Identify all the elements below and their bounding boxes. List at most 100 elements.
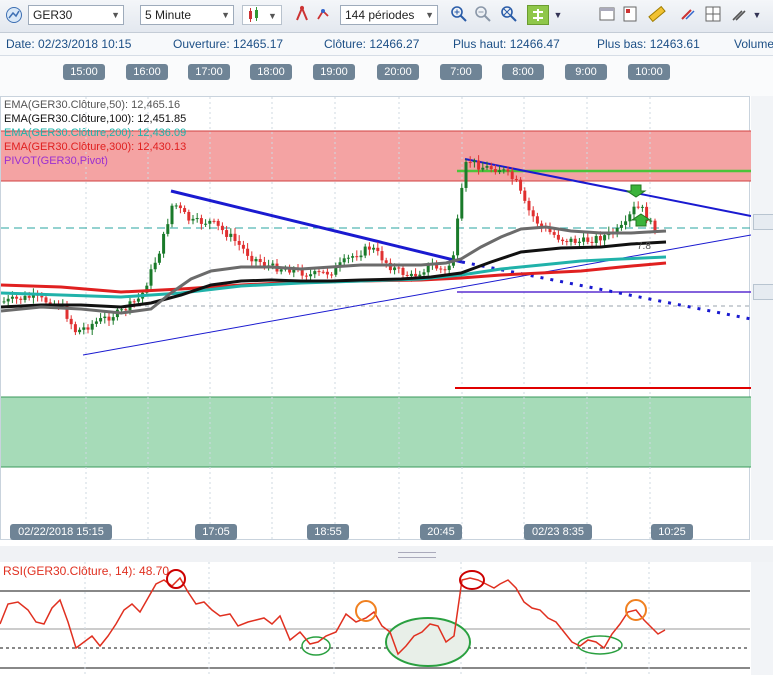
candle-body: [510, 171, 514, 179]
candle-body: [250, 255, 254, 262]
candle-body: [401, 267, 405, 275]
candle-body: [460, 187, 464, 219]
candle-body: [174, 205, 178, 207]
candle-body: [569, 238, 573, 242]
candle-body: [195, 218, 199, 220]
candle-body: [485, 166, 489, 168]
price-chart-canvas[interactable]: 7.8: [1, 97, 751, 541]
periods-select[interactable]: 144 périodes ▼: [340, 5, 438, 25]
time-label: 10:25: [651, 524, 693, 540]
candlesticks: [2, 155, 657, 336]
time-label: 8:00: [502, 64, 544, 80]
time-label: 18:00: [250, 64, 292, 80]
candlestick-icon: ▼: [249, 7, 277, 22]
candle-body: [640, 206, 644, 208]
candle-body: [514, 178, 518, 180]
candle-body: [414, 273, 418, 277]
chart-type-button[interactable]: ▼: [242, 5, 282, 25]
candle-body: [477, 160, 481, 170]
time-label: 02/23 8:35: [524, 524, 592, 540]
rsi-pane[interactable]: RSI(GER30.Clôture, 14): 48.70: [0, 562, 773, 675]
candle-body: [636, 206, 640, 208]
support-zone: [1, 397, 751, 467]
candle-body: [233, 233, 237, 241]
candle-body: [502, 169, 506, 171]
legend-ema-300: EMA(GER30.Clôture,300): 12,430.13: [4, 141, 187, 153]
chevron-down-icon[interactable]: ▼: [750, 5, 764, 25]
candle-body: [380, 251, 384, 261]
window-icon[interactable]: [596, 5, 618, 25]
candle-body: [191, 218, 195, 221]
candle-body: [237, 240, 241, 245]
candle-body: [506, 169, 510, 172]
zoom-reset-icon[interactable]: [498, 5, 520, 25]
candle-body: [208, 220, 212, 224]
rsi-canvas[interactable]: [0, 562, 773, 675]
delete-drawings-icon[interactable]: [677, 5, 699, 25]
candle-body: [99, 318, 103, 322]
info-volume: Volume: [734, 37, 773, 51]
candle-body: [556, 234, 560, 240]
time-label: 17:00: [188, 64, 230, 80]
timeframe-select[interactable]: 5 Minute ▼: [140, 5, 234, 25]
candle-body: [220, 225, 224, 231]
candle-body: [23, 295, 27, 300]
candle-body: [262, 262, 266, 266]
legend-ema-200: EMA(GER30.Clôture,200): 12,436.09: [4, 127, 187, 139]
candle-body: [321, 271, 325, 273]
candle-body: [229, 233, 233, 237]
pane-splitter[interactable]: [0, 546, 773, 562]
price-axis[interactable]: [751, 96, 773, 540]
candle-body: [359, 255, 363, 258]
chevron-down-icon: ▼: [425, 10, 434, 20]
rsi-axis: [751, 562, 773, 675]
draw-tools-icon[interactable]: [313, 5, 335, 25]
candle-body: [355, 256, 359, 258]
candle-body: [472, 160, 476, 163]
candle-body: [439, 268, 443, 270]
symbol-select[interactable]: GER30 ▼: [28, 5, 124, 25]
candle-body: [313, 271, 317, 275]
candle-body: [199, 218, 203, 224]
candle-body: [409, 273, 413, 276]
chevron-down-icon: ▼: [221, 10, 230, 20]
candle-body: [346, 257, 350, 259]
settings-tools-icon[interactable]: [728, 5, 750, 25]
ohlc-info-bar: Date: 02/23/2018 10:15 Ouverture: 12465.…: [0, 33, 773, 56]
candle-body: [166, 224, 170, 234]
rsi-legend: RSI(GER30.Clôture, 14): 48.70: [3, 564, 170, 578]
candle-body: [418, 274, 422, 277]
toolbar: GER30 ▼ 5 Minute ▼ ▼ 144 périodes ▼ ▼ ▼: [0, 0, 773, 33]
chevron-down-icon[interactable]: ▼: [551, 5, 565, 25]
chart-logo-icon[interactable]: [3, 5, 25, 25]
zoom-in-icon[interactable]: [448, 5, 470, 25]
candle-body: [78, 329, 82, 333]
price-chart[interactable]: 7.8 EMA(GER30.Clôture,50): 12,465.16 EMA…: [0, 96, 751, 541]
ruler-icon[interactable]: [646, 5, 668, 25]
panel-icon[interactable]: [619, 5, 641, 25]
candle-body: [342, 258, 346, 263]
candle-body: [397, 267, 401, 269]
candle-body: [405, 274, 409, 276]
time-label: 20:00: [377, 64, 419, 80]
zoom-out-icon[interactable]: [472, 5, 494, 25]
candle-body: [254, 259, 258, 262]
candle-body: [19, 298, 23, 300]
candle-body: [464, 162, 468, 188]
candle-body: [619, 224, 623, 228]
time-label: 19:00: [313, 64, 355, 80]
candle-body: [124, 309, 128, 311]
candle-body: [523, 190, 527, 201]
time-label: 10:00: [628, 64, 670, 80]
candle-body: [225, 230, 229, 237]
grid-icon[interactable]: [702, 5, 724, 25]
candle-body: [94, 321, 98, 324]
add-indicator-icon[interactable]: [291, 5, 313, 25]
candle-body: [86, 327, 90, 330]
price-marker: [753, 284, 773, 300]
info-close: Clôture: 12466.27: [324, 37, 420, 51]
candle-body: [456, 218, 460, 256]
info-date: Date: 02/23/2018 10:15: [6, 37, 132, 51]
crosshair-toggle-icon[interactable]: [527, 5, 549, 25]
candle-body: [393, 267, 397, 271]
